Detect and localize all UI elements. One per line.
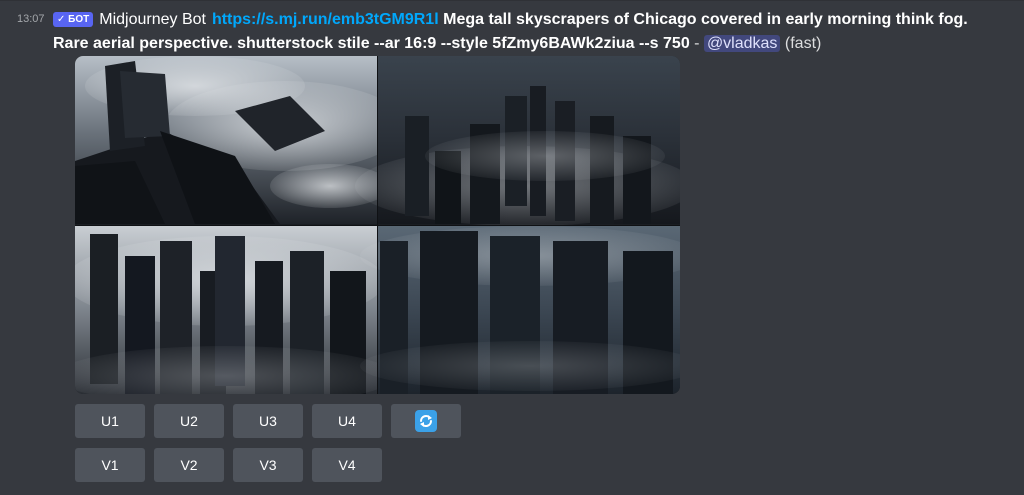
variation-2-button[interactable]: V2 — [154, 448, 224, 482]
variation-button-row: V1 V2 V3 V4 — [75, 448, 382, 482]
variation-1-button[interactable]: V1 — [75, 448, 145, 482]
image-variant-3 — [75, 226, 395, 394]
message-timestamp: 13:07 — [17, 13, 45, 25]
image-grid-svg — [75, 56, 680, 394]
upscale-4-button[interactable]: U4 — [312, 404, 382, 438]
generated-image-grid[interactable] — [75, 56, 680, 394]
upscale-button-row: U1 U2 U3 U4 — [75, 404, 461, 438]
author-name[interactable]: Midjourney Bot — [99, 11, 206, 28]
variation-3-button[interactable]: V3 — [233, 448, 303, 482]
variation-4-button[interactable]: V4 — [312, 448, 382, 482]
top-divider — [0, 0, 1024, 1]
image-variant-1 — [75, 56, 405, 224]
upscale-1-button[interactable]: U1 — [75, 404, 145, 438]
prompt-link[interactable]: https://s.mj.run/emb3tGM9R1l — [212, 11, 439, 28]
user-mention[interactable]: @vladkas — [703, 35, 781, 52]
upscale-2-button[interactable]: U2 — [154, 404, 224, 438]
separator: - — [689, 35, 704, 52]
reroll-button[interactable] — [391, 404, 461, 438]
image-variant-2 — [355, 56, 680, 226]
message-content: ✓ БОТ Midjourney Bot https://s.mj.run/emb3… — [53, 8, 1003, 56]
speed-label: (fast) — [784, 35, 822, 52]
refresh-icon — [415, 410, 437, 432]
upscale-3-button[interactable]: U3 — [233, 404, 303, 438]
image-variant-4 — [360, 226, 680, 394]
bot-badge: ✓ БОТ — [53, 12, 94, 27]
